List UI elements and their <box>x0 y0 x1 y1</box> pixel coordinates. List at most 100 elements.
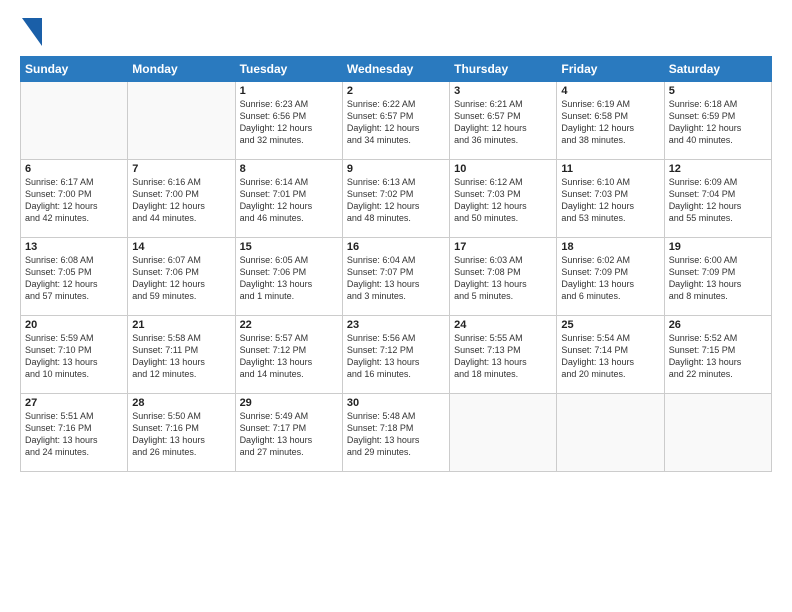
calendar-cell: 4Sunrise: 6:19 AM Sunset: 6:58 PM Daylig… <box>557 82 664 160</box>
calendar-cell: 16Sunrise: 6:04 AM Sunset: 7:07 PM Dayli… <box>342 238 449 316</box>
day-number: 26 <box>669 319 767 331</box>
calendar-cell: 14Sunrise: 6:07 AM Sunset: 7:06 PM Dayli… <box>128 238 235 316</box>
calendar-cell <box>664 394 771 472</box>
calendar-cell: 19Sunrise: 6:00 AM Sunset: 7:09 PM Dayli… <box>664 238 771 316</box>
calendar-cell: 21Sunrise: 5:58 AM Sunset: 7:11 PM Dayli… <box>128 316 235 394</box>
weekday-header: Monday <box>128 57 235 82</box>
day-info: Sunrise: 5:56 AM Sunset: 7:12 PM Dayligh… <box>347 332 445 381</box>
day-info: Sunrise: 5:57 AM Sunset: 7:12 PM Dayligh… <box>240 332 338 381</box>
day-number: 1 <box>240 85 338 97</box>
weekday-header: Saturday <box>664 57 771 82</box>
day-number: 5 <box>669 85 767 97</box>
day-info: Sunrise: 6:08 AM Sunset: 7:05 PM Dayligh… <box>25 254 123 303</box>
logo-icon <box>22 18 42 46</box>
day-info: Sunrise: 5:51 AM Sunset: 7:16 PM Dayligh… <box>25 410 123 459</box>
day-info: Sunrise: 6:07 AM Sunset: 7:06 PM Dayligh… <box>132 254 230 303</box>
day-info: Sunrise: 5:55 AM Sunset: 7:13 PM Dayligh… <box>454 332 552 381</box>
day-info: Sunrise: 6:09 AM Sunset: 7:04 PM Dayligh… <box>669 176 767 225</box>
day-number: 19 <box>669 241 767 253</box>
day-info: Sunrise: 6:02 AM Sunset: 7:09 PM Dayligh… <box>561 254 659 303</box>
calendar-header-row: SundayMondayTuesdayWednesdayThursdayFrid… <box>21 57 772 82</box>
day-info: Sunrise: 6:04 AM Sunset: 7:07 PM Dayligh… <box>347 254 445 303</box>
day-info: Sunrise: 6:16 AM Sunset: 7:00 PM Dayligh… <box>132 176 230 225</box>
day-info: Sunrise: 5:48 AM Sunset: 7:18 PM Dayligh… <box>347 410 445 459</box>
weekday-header: Friday <box>557 57 664 82</box>
day-info: Sunrise: 6:19 AM Sunset: 6:58 PM Dayligh… <box>561 98 659 147</box>
day-number: 20 <box>25 319 123 331</box>
day-number: 6 <box>25 163 123 175</box>
logo <box>20 18 42 46</box>
day-number: 12 <box>669 163 767 175</box>
calendar-cell: 1Sunrise: 6:23 AM Sunset: 6:56 PM Daylig… <box>235 82 342 160</box>
calendar-cell: 11Sunrise: 6:10 AM Sunset: 7:03 PM Dayli… <box>557 160 664 238</box>
day-info: Sunrise: 6:00 AM Sunset: 7:09 PM Dayligh… <box>669 254 767 303</box>
calendar-week-row: 6Sunrise: 6:17 AM Sunset: 7:00 PM Daylig… <box>21 160 772 238</box>
calendar-cell <box>21 82 128 160</box>
day-number: 24 <box>454 319 552 331</box>
day-info: Sunrise: 6:03 AM Sunset: 7:08 PM Dayligh… <box>454 254 552 303</box>
day-number: 18 <box>561 241 659 253</box>
day-number: 7 <box>132 163 230 175</box>
day-info: Sunrise: 6:23 AM Sunset: 6:56 PM Dayligh… <box>240 98 338 147</box>
calendar-cell: 9Sunrise: 6:13 AM Sunset: 7:02 PM Daylig… <box>342 160 449 238</box>
day-info: Sunrise: 5:49 AM Sunset: 7:17 PM Dayligh… <box>240 410 338 459</box>
calendar-cell: 2Sunrise: 6:22 AM Sunset: 6:57 PM Daylig… <box>342 82 449 160</box>
day-number: 16 <box>347 241 445 253</box>
day-info: Sunrise: 6:22 AM Sunset: 6:57 PM Dayligh… <box>347 98 445 147</box>
day-number: 22 <box>240 319 338 331</box>
day-info: Sunrise: 5:50 AM Sunset: 7:16 PM Dayligh… <box>132 410 230 459</box>
day-number: 2 <box>347 85 445 97</box>
calendar-cell: 10Sunrise: 6:12 AM Sunset: 7:03 PM Dayli… <box>450 160 557 238</box>
day-number: 3 <box>454 85 552 97</box>
calendar-cell: 17Sunrise: 6:03 AM Sunset: 7:08 PM Dayli… <box>450 238 557 316</box>
day-number: 14 <box>132 241 230 253</box>
day-info: Sunrise: 6:05 AM Sunset: 7:06 PM Dayligh… <box>240 254 338 303</box>
calendar-cell: 27Sunrise: 5:51 AM Sunset: 7:16 PM Dayli… <box>21 394 128 472</box>
calendar-week-row: 20Sunrise: 5:59 AM Sunset: 7:10 PM Dayli… <box>21 316 772 394</box>
day-info: Sunrise: 5:54 AM Sunset: 7:14 PM Dayligh… <box>561 332 659 381</box>
weekday-header: Sunday <box>21 57 128 82</box>
calendar-cell: 13Sunrise: 6:08 AM Sunset: 7:05 PM Dayli… <box>21 238 128 316</box>
calendar-cell: 3Sunrise: 6:21 AM Sunset: 6:57 PM Daylig… <box>450 82 557 160</box>
day-info: Sunrise: 5:52 AM Sunset: 7:15 PM Dayligh… <box>669 332 767 381</box>
calendar-cell: 26Sunrise: 5:52 AM Sunset: 7:15 PM Dayli… <box>664 316 771 394</box>
day-number: 21 <box>132 319 230 331</box>
day-info: Sunrise: 6:13 AM Sunset: 7:02 PM Dayligh… <box>347 176 445 225</box>
calendar-cell <box>450 394 557 472</box>
day-info: Sunrise: 5:58 AM Sunset: 7:11 PM Dayligh… <box>132 332 230 381</box>
day-info: Sunrise: 6:14 AM Sunset: 7:01 PM Dayligh… <box>240 176 338 225</box>
day-info: Sunrise: 6:21 AM Sunset: 6:57 PM Dayligh… <box>454 98 552 147</box>
calendar-week-row: 1Sunrise: 6:23 AM Sunset: 6:56 PM Daylig… <box>21 82 772 160</box>
calendar-week-row: 13Sunrise: 6:08 AM Sunset: 7:05 PM Dayli… <box>21 238 772 316</box>
calendar-cell <box>128 82 235 160</box>
day-number: 10 <box>454 163 552 175</box>
calendar-cell: 18Sunrise: 6:02 AM Sunset: 7:09 PM Dayli… <box>557 238 664 316</box>
day-number: 25 <box>561 319 659 331</box>
calendar-cell: 6Sunrise: 6:17 AM Sunset: 7:00 PM Daylig… <box>21 160 128 238</box>
calendar-cell: 5Sunrise: 6:18 AM Sunset: 6:59 PM Daylig… <box>664 82 771 160</box>
day-number: 30 <box>347 397 445 409</box>
day-info: Sunrise: 6:10 AM Sunset: 7:03 PM Dayligh… <box>561 176 659 225</box>
calendar-cell: 8Sunrise: 6:14 AM Sunset: 7:01 PM Daylig… <box>235 160 342 238</box>
calendar-cell: 15Sunrise: 6:05 AM Sunset: 7:06 PM Dayli… <box>235 238 342 316</box>
day-number: 11 <box>561 163 659 175</box>
header <box>20 18 772 46</box>
day-number: 13 <box>25 241 123 253</box>
calendar-cell: 29Sunrise: 5:49 AM Sunset: 7:17 PM Dayli… <box>235 394 342 472</box>
weekday-header: Wednesday <box>342 57 449 82</box>
day-number: 4 <box>561 85 659 97</box>
day-number: 23 <box>347 319 445 331</box>
day-info: Sunrise: 6:12 AM Sunset: 7:03 PM Dayligh… <box>454 176 552 225</box>
calendar-cell: 7Sunrise: 6:16 AM Sunset: 7:00 PM Daylig… <box>128 160 235 238</box>
day-number: 27 <box>25 397 123 409</box>
calendar-cell: 12Sunrise: 6:09 AM Sunset: 7:04 PM Dayli… <box>664 160 771 238</box>
day-number: 29 <box>240 397 338 409</box>
calendar-cell: 24Sunrise: 5:55 AM Sunset: 7:13 PM Dayli… <box>450 316 557 394</box>
day-number: 17 <box>454 241 552 253</box>
calendar-cell: 23Sunrise: 5:56 AM Sunset: 7:12 PM Dayli… <box>342 316 449 394</box>
calendar-cell: 22Sunrise: 5:57 AM Sunset: 7:12 PM Dayli… <box>235 316 342 394</box>
day-number: 9 <box>347 163 445 175</box>
day-info: Sunrise: 5:59 AM Sunset: 7:10 PM Dayligh… <box>25 332 123 381</box>
page: SundayMondayTuesdayWednesdayThursdayFrid… <box>0 0 792 612</box>
day-number: 15 <box>240 241 338 253</box>
